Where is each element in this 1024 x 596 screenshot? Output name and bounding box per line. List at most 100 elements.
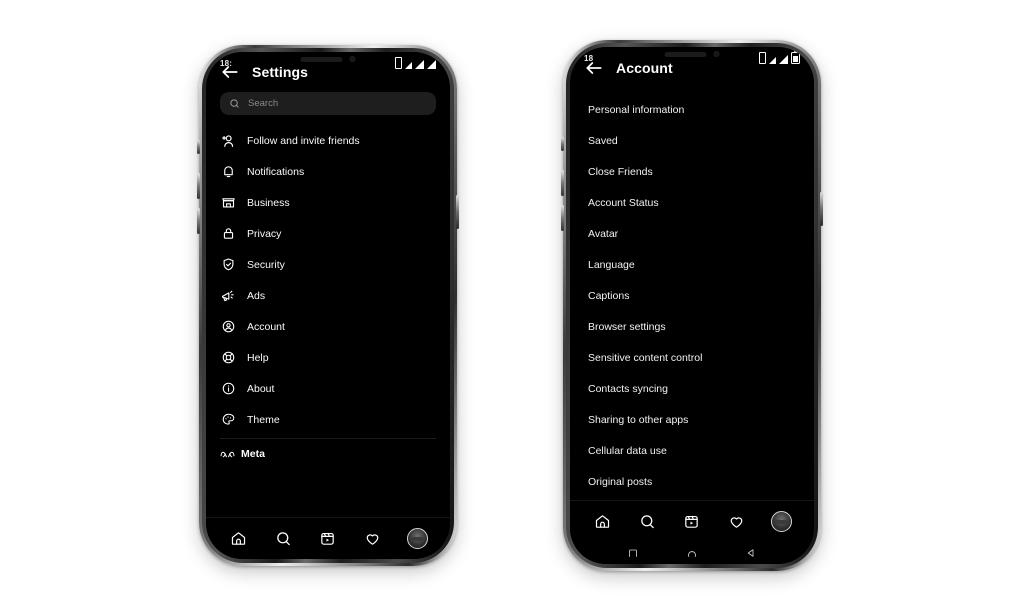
power-button[interactable] bbox=[820, 192, 823, 226]
settings-menu: Follow and invite friends Notifications bbox=[206, 121, 450, 467]
avatar bbox=[771, 511, 793, 532]
list-item-label: Close Friends bbox=[588, 165, 653, 178]
list-item-avatar[interactable]: Avatar bbox=[570, 218, 814, 249]
menu-item-help[interactable]: Help bbox=[206, 342, 450, 373]
list-item-label: Saved bbox=[588, 134, 618, 147]
tab-activity[interactable] bbox=[726, 511, 748, 533]
menu-item-label: Theme bbox=[247, 413, 280, 426]
list-item-original-posts[interactable]: Original posts bbox=[570, 466, 814, 497]
menu-item-business[interactable]: Business bbox=[206, 187, 450, 218]
tab-search[interactable] bbox=[636, 511, 658, 533]
volume-down-button[interactable] bbox=[561, 205, 564, 231]
meta-infinity-icon bbox=[220, 450, 235, 459]
tab-activity[interactable] bbox=[362, 528, 384, 550]
earpiece-speaker bbox=[300, 56, 343, 62]
signal-icon bbox=[415, 59, 424, 69]
status-time: 18: bbox=[220, 58, 233, 68]
tab-profile[interactable] bbox=[771, 511, 793, 533]
tab-home[interactable] bbox=[591, 511, 613, 533]
volume-up-button[interactable] bbox=[561, 170, 564, 196]
menu-item-notifications[interactable]: Notifications bbox=[206, 156, 450, 187]
list-item-label: Cellular data use bbox=[588, 444, 667, 457]
list-item-saved[interactable]: Saved bbox=[570, 125, 814, 156]
info-circle-icon bbox=[220, 381, 236, 397]
list-item-personal-information[interactable]: Personal information bbox=[570, 94, 814, 125]
phone-screen-settings: 18: Settings Search Follow and invite fr… bbox=[206, 52, 450, 559]
palette-icon bbox=[220, 412, 236, 428]
list-item-label: Sharing to other apps bbox=[588, 413, 689, 426]
menu-item-follow-and-invite-friends[interactable]: Follow and invite friends bbox=[206, 125, 450, 156]
menu-item-about[interactable]: About bbox=[206, 373, 450, 404]
menu-item-privacy[interactable]: Privacy bbox=[206, 218, 450, 249]
power-button[interactable] bbox=[456, 195, 459, 229]
list-item-label: Browser settings bbox=[588, 320, 666, 333]
status-bar: 18: bbox=[206, 52, 450, 74]
phone-device-settings: 18: Settings Search Follow and invite fr… bbox=[197, 45, 459, 566]
list-item-label: Personal information bbox=[588, 103, 685, 116]
status-icons bbox=[395, 56, 436, 69]
list-item-label: Language bbox=[588, 258, 635, 271]
phone-device-account: 18 Account Personal information Saved Cl… bbox=[561, 40, 823, 571]
menu-item-label: Notifications bbox=[247, 165, 305, 178]
menu-item-label: Help bbox=[247, 351, 269, 364]
bottom-tab-bar bbox=[570, 500, 814, 542]
menu-item-label: Security bbox=[247, 258, 285, 271]
list-item-sensitive-content-control[interactable]: Sensitive content control bbox=[570, 342, 814, 373]
battery-icon bbox=[791, 50, 800, 64]
bell-icon bbox=[220, 164, 236, 180]
list-item-contacts-syncing[interactable]: Contacts syncing bbox=[570, 373, 814, 404]
tab-home[interactable] bbox=[227, 528, 249, 550]
phone-screen-account: 18 Account Personal information Saved Cl… bbox=[570, 47, 814, 564]
menu-item-security[interactable]: Security bbox=[206, 249, 450, 280]
tab-reels[interactable] bbox=[317, 528, 339, 550]
bottom-tab-bar bbox=[206, 517, 450, 559]
volume-up-button[interactable] bbox=[197, 173, 200, 199]
status-time: 18 bbox=[584, 53, 594, 63]
menu-item-label: Account bbox=[247, 320, 285, 333]
tab-search[interactable] bbox=[272, 528, 294, 550]
list-item-label: Original posts bbox=[588, 475, 653, 488]
android-navigation-bar bbox=[570, 542, 814, 564]
signal-icon bbox=[779, 54, 788, 64]
tab-reels[interactable] bbox=[681, 511, 703, 533]
silent-switch[interactable] bbox=[197, 140, 200, 154]
status-bar: 18 bbox=[570, 47, 814, 69]
lock-icon bbox=[220, 226, 236, 242]
list-item-browser-settings[interactable]: Browser settings bbox=[570, 311, 814, 342]
menu-item-label: Business bbox=[247, 196, 290, 209]
list-item-label: Contacts syncing bbox=[588, 382, 668, 395]
list-item-close-friends[interactable]: Close Friends bbox=[570, 156, 814, 187]
menu-item-ads[interactable]: Ads bbox=[206, 280, 450, 311]
mockup-stage: 18: Settings Search Follow and invite fr… bbox=[0, 0, 1024, 596]
circle-icon[interactable] bbox=[684, 545, 700, 561]
list-item-account-status[interactable]: Account Status bbox=[570, 187, 814, 218]
signal-icon bbox=[405, 61, 412, 69]
list-item-cellular-data-use[interactable]: Cellular data use bbox=[570, 435, 814, 466]
shield-check-icon bbox=[220, 257, 236, 273]
person-circle-icon bbox=[220, 319, 236, 335]
tab-profile[interactable] bbox=[407, 528, 429, 550]
list-divider bbox=[220, 438, 436, 439]
triangle-back-icon[interactable] bbox=[743, 545, 759, 561]
menu-item-theme[interactable]: Theme bbox=[206, 404, 450, 435]
menu-item-label: Privacy bbox=[247, 227, 282, 240]
list-item-captions[interactable]: Captions bbox=[570, 280, 814, 311]
volume-down-button[interactable] bbox=[197, 208, 200, 234]
menu-item-account[interactable]: Account bbox=[206, 311, 450, 342]
list-item-label: Account Status bbox=[588, 196, 659, 209]
megaphone-icon bbox=[220, 288, 236, 304]
list-item-sharing-to-other-apps[interactable]: Sharing to other apps bbox=[570, 404, 814, 435]
vibrate-icon bbox=[759, 51, 766, 64]
search-input[interactable]: Search bbox=[220, 92, 436, 115]
status-icons bbox=[759, 50, 800, 64]
account-list: Personal information Saved Close Friends… bbox=[570, 84, 814, 497]
store-icon bbox=[220, 195, 236, 211]
signal-icon bbox=[769, 56, 776, 64]
list-item-label: Captions bbox=[588, 289, 630, 302]
silent-switch[interactable] bbox=[561, 137, 564, 151]
list-item-label: Avatar bbox=[588, 227, 619, 240]
list-item-language[interactable]: Language bbox=[570, 249, 814, 280]
list-item-label: Sensitive content control bbox=[588, 351, 703, 364]
search-icon bbox=[229, 98, 240, 109]
square-icon[interactable] bbox=[625, 545, 641, 561]
